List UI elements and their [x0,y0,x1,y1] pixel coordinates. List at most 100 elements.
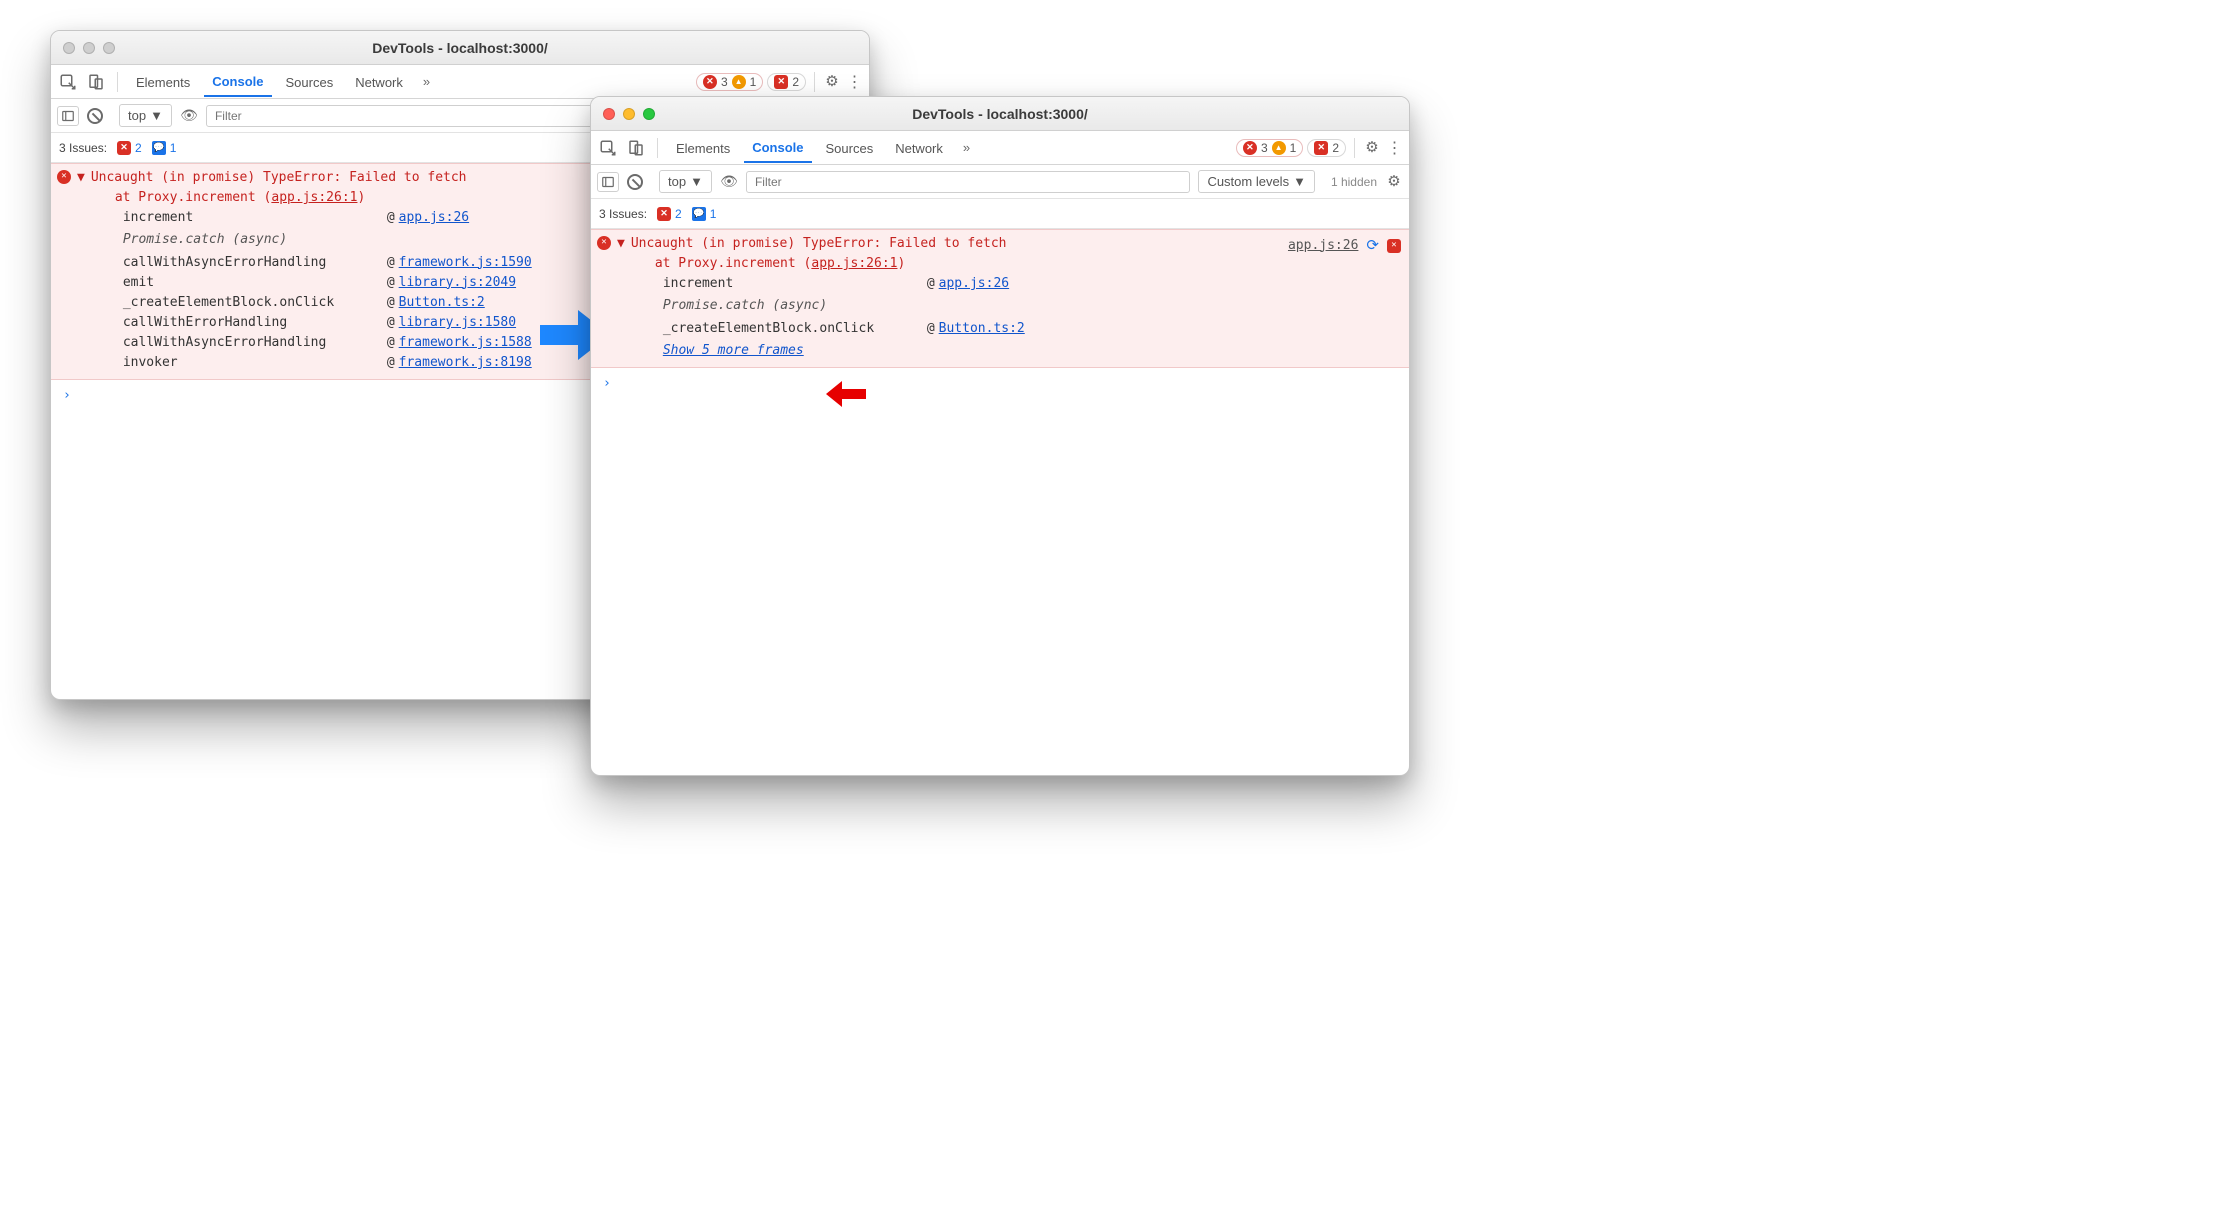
error-at-link[interactable]: app.js:26:1 [271,190,357,205]
tab-network[interactable]: Network [887,133,951,162]
kebab-icon[interactable]: ⋮ [845,73,863,91]
stack-link[interactable]: Button.ts:2 [939,319,1025,339]
gear-icon[interactable] [823,73,841,91]
error-chip[interactable]: 3 1 [1236,139,1303,157]
warning-count: 1 [750,75,757,89]
stack-link[interactable]: framework.js:1588 [399,333,532,353]
stack-fn: emit [123,273,383,293]
gear-icon[interactable] [1363,139,1381,157]
stack-link[interactable]: app.js:26 [939,274,1009,294]
issues-count: 2 [792,75,799,89]
stack-link[interactable]: app.js:26 [399,208,469,228]
more-tabs-icon[interactable]: » [417,70,436,93]
separator [1354,138,1355,158]
at-symbol: @ [387,273,395,293]
stack-link[interactable]: library.js:2049 [399,273,516,293]
tab-elements[interactable]: Elements [668,133,738,162]
show-more-frames[interactable]: Show 5 more frames [663,341,1403,361]
warning-count: 1 [1290,141,1297,155]
issues-bar[interactable]: 3 Issues: 2 1 [591,199,1409,229]
dismiss-icon[interactable] [1387,239,1401,253]
issues-label: 3 Issues: [59,141,107,155]
stack-fn: _createElementBlock.onClick [663,319,923,339]
error-chip[interactable]: 3 1 [696,73,763,91]
hidden-count[interactable]: 1 hidden [1331,175,1377,189]
window-title: DevTools - localhost:3000/ [591,106,1409,122]
clear-console-icon[interactable] [87,108,103,124]
kebab-icon[interactable]: ⋮ [1385,139,1403,157]
context-selector[interactable]: top ▼ [659,170,712,193]
issues-chip[interactable]: 2 [1307,139,1346,157]
device-toggle-icon[interactable] [625,137,647,159]
log-levels-selector[interactable]: Custom levels ▼ [1198,170,1315,193]
error-at: at Proxy.increment ( [115,190,272,205]
separator [117,72,118,92]
window-title: DevTools - localhost:3000/ [51,40,869,56]
close-icon[interactable] [63,42,75,54]
stack-link[interactable]: library.js:1580 [399,313,516,333]
levels-label: Custom levels [1207,174,1289,189]
clear-console-icon[interactable] [627,174,643,190]
refresh-icon[interactable]: ⟳ [1366,234,1379,257]
error-at-close: ) [357,190,365,205]
issues-icon [774,75,788,89]
error-at-link[interactable]: app.js:26:1 [811,256,897,271]
stack-link[interactable]: framework.js:8198 [399,353,532,373]
tab-console[interactable]: Console [204,66,271,97]
minimize-icon[interactable] [83,42,95,54]
stack-fn: callWithAsyncErrorHandling [123,253,383,273]
issues-blue-count: 1 [170,141,177,155]
tab-elements[interactable]: Elements [128,67,198,96]
at-symbol: @ [387,313,395,333]
context-selector[interactable]: top ▼ [119,104,172,127]
filter-input[interactable] [746,171,1190,193]
issues-chip[interactable]: 2 [767,73,806,91]
console-output: app.js:26 ⟳ ▼ Uncaught (in promise) Type… [591,229,1409,400]
stack-fn: increment [123,208,383,228]
tab-sources[interactable]: Sources [818,133,882,162]
device-toggle-icon[interactable] [85,71,107,93]
traffic-lights[interactable] [603,108,655,120]
close-icon[interactable] [603,108,615,120]
toggle-sidebar-icon[interactable] [597,172,619,192]
console-settings-icon[interactable] [1385,173,1403,191]
titlebar[interactable]: DevTools - localhost:3000/ [51,31,869,65]
live-expression-icon[interactable] [180,107,198,125]
error-icon [597,236,611,250]
stack-link[interactable]: Button.ts:2 [399,293,485,313]
show-more-label: Show 5 more frames [663,343,804,358]
warning-icon [732,75,746,89]
stack-link[interactable]: framework.js:1590 [399,253,532,273]
error-icon [1243,141,1257,155]
inspect-icon[interactable] [57,71,79,93]
expand-icon[interactable]: ▼ [617,234,625,254]
live-expression-icon[interactable] [720,173,738,191]
tab-network[interactable]: Network [347,67,411,96]
toggle-sidebar-icon[interactable] [57,106,79,126]
chevron-down-icon: ▼ [1293,174,1306,189]
stack-fn: increment [663,274,923,294]
tab-sources[interactable]: Sources [278,67,342,96]
traffic-lights[interactable] [63,42,115,54]
expand-icon[interactable]: ▼ [77,168,85,188]
more-tabs-icon[interactable]: » [957,136,976,159]
issues-blue-icon [152,141,166,155]
issues-red-icon [657,207,671,221]
source-link[interactable]: app.js:26 [1288,236,1358,256]
context-label: top [128,108,146,123]
zoom-icon[interactable] [643,108,655,120]
console-prompt[interactable]: › [591,368,1409,400]
main-toolbar: Elements Console Sources Network » 3 1 2… [51,65,869,99]
zoom-icon[interactable] [103,42,115,54]
at-symbol: @ [387,333,395,353]
at-symbol: @ [387,253,395,273]
issues-count: 2 [1332,141,1339,155]
chevron-down-icon: ▼ [150,108,163,123]
tab-console[interactable]: Console [744,132,811,163]
at-symbol: @ [927,274,935,294]
inspect-icon[interactable] [597,137,619,159]
titlebar[interactable]: DevTools - localhost:3000/ [591,97,1409,131]
minimize-icon[interactable] [623,108,635,120]
error-count: 3 [1261,141,1268,155]
console-error[interactable]: app.js:26 ⟳ ▼ Uncaught (in promise) Type… [591,229,1409,368]
